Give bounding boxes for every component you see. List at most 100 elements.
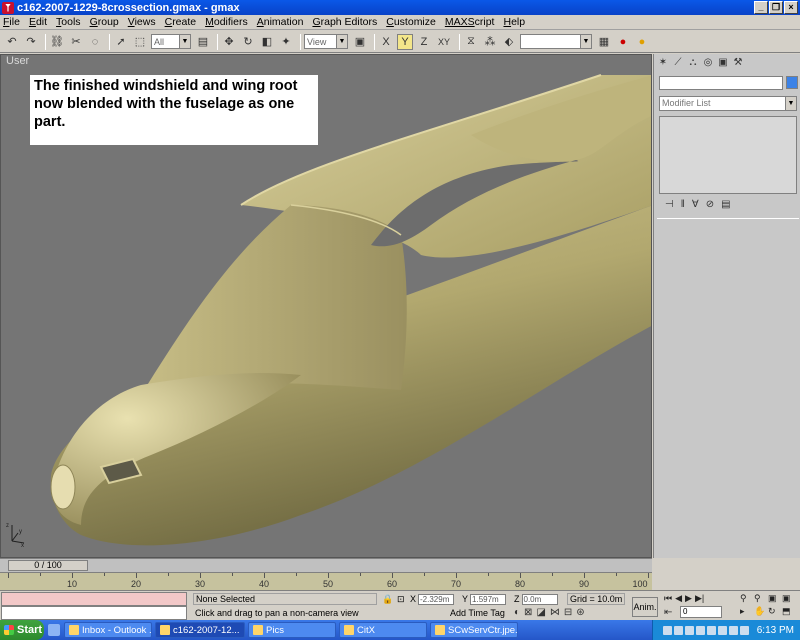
z-coordinate-field[interactable]: 0.0m (521, 593, 558, 605)
manipulate-icon[interactable]: ✦ (278, 34, 294, 50)
restrict-z-button[interactable]: Z (416, 34, 432, 50)
menu-item[interactable]: Create (165, 16, 197, 28)
viewport-label[interactable]: User (6, 55, 29, 67)
align-icon[interactable]: ⬖ (501, 34, 517, 50)
taskbar-task[interactable]: CitX (339, 622, 427, 638)
selection-filter-dropdown[interactable]: All ▼ (151, 34, 191, 49)
menu-item[interactable]: Modifiers (205, 16, 248, 28)
pan-icon[interactable]: ✋ (754, 606, 766, 617)
show-end-result-icon[interactable]: ‖ (681, 199, 685, 210)
tray-icon[interactable] (728, 625, 738, 635)
restrict-xy-button[interactable]: XY (435, 34, 453, 50)
zoom-extents-icon[interactable]: ▣ (768, 593, 780, 604)
tray-icon[interactable] (684, 625, 694, 635)
current-frame-field[interactable]: 0 (680, 606, 722, 618)
key-mode-icon[interactable]: ⇤ (664, 607, 672, 618)
object-name-field[interactable] (659, 76, 783, 90)
x-coordinate-field[interactable]: -2.329m (418, 593, 455, 605)
menu-item[interactable]: Views (128, 16, 156, 28)
display-tab-icon[interactable]: ▣ (717, 57, 729, 69)
menu-item[interactable]: Group (90, 16, 119, 28)
taskbar-task[interactable]: SCwServCtr.jpe... (430, 622, 518, 638)
spinner-snap-icon[interactable]: ⋈ (550, 607, 560, 618)
menu-item[interactable]: File (3, 16, 20, 28)
maximize-viewport-icon[interactable]: ⬒ (782, 606, 794, 617)
tray-icon[interactable] (739, 625, 749, 635)
animate-button[interactable]: Anim. (632, 597, 658, 617)
zoom-icon[interactable]: ⚲ (740, 593, 752, 604)
gmax-app-icon[interactable] (2, 1, 14, 14)
object-color-swatch[interactable] (786, 76, 798, 89)
reference-coordinate-dropdown[interactable]: View ▼ (304, 34, 348, 49)
hierarchy-tab-icon[interactable]: ⛬ (687, 57, 699, 69)
select-and-link-icon[interactable]: ⛓ (49, 34, 65, 50)
taskbar-task[interactable]: c162-2007-12... (155, 622, 245, 638)
rotate-icon[interactable]: ↻ (240, 34, 256, 50)
redo-icon[interactable]: ↷ (23, 34, 39, 50)
maxscript-listener-input[interactable] (1, 606, 187, 620)
mirror-icon[interactable]: ⧖ (463, 34, 479, 50)
user-viewport[interactable]: User The finished windshield and wing ro… (0, 54, 652, 558)
menu-item[interactable]: Customize (386, 16, 436, 28)
modifier-list-dropdown[interactable]: Modifier List ▼ (659, 96, 797, 111)
restrict-y-button[interactable]: Y (397, 33, 413, 50)
play-icon[interactable]: ▶ (685, 593, 692, 604)
menu-item[interactable]: Edit (29, 16, 47, 28)
chevron-down-icon[interactable]: ▼ (580, 35, 591, 48)
lock-selection-icon[interactable]: 🔒 (382, 593, 393, 605)
quick-launch-icon[interactable] (48, 624, 60, 636)
menu-item[interactable]: Tools (56, 16, 81, 28)
select-by-name-icon[interactable]: ▤ (195, 34, 211, 50)
time-slider-thumb[interactable]: 0 / 100 (8, 560, 88, 571)
chevron-down-icon[interactable]: ▼ (336, 35, 347, 48)
quick-render-icon[interactable]: ● (634, 34, 650, 50)
restrict-x-button[interactable]: X (378, 34, 394, 50)
snap-icon[interactable]: ◐ (514, 607, 520, 618)
move-icon[interactable]: ✥ (221, 34, 237, 50)
pivot-center-icon[interactable]: ▣ (352, 34, 368, 50)
percent-snap-icon[interactable]: ◪ (536, 607, 545, 618)
go-to-start-icon[interactable]: ⏮ (664, 593, 672, 604)
close-button[interactable]: × (784, 1, 798, 14)
restore-button[interactable]: ❐ (769, 1, 783, 14)
tray-icon[interactable] (662, 625, 672, 635)
motion-tab-icon[interactable]: ◎ (702, 57, 714, 69)
tray-icon[interactable] (717, 625, 727, 635)
bind-to-space-warp-icon[interactable]: ◌ (87, 34, 103, 50)
tray-icon[interactable] (673, 625, 683, 635)
arc-rotate-icon[interactable]: ↻ (768, 606, 780, 617)
remove-modifier-icon[interactable]: ⊘ (706, 199, 714, 210)
chevron-down-icon[interactable]: ▼ (179, 35, 190, 48)
unlink-selection-icon[interactable]: ✂ (68, 34, 84, 50)
tray-icon[interactable] (706, 625, 716, 635)
time-slider[interactable]: 0 / 100 (0, 558, 652, 572)
previous-frame-icon[interactable]: ◀ (675, 593, 682, 604)
menu-item[interactable]: MAXScript (445, 16, 495, 28)
menu-item[interactable]: Animation (257, 16, 304, 28)
utilities-tab-icon[interactable]: ⚒ (732, 57, 744, 69)
zoom-extents-all-icon[interactable]: ▣ (782, 593, 794, 604)
chevron-down-icon[interactable]: ▼ (785, 97, 796, 110)
taskbar-task[interactable]: Pics (248, 622, 336, 638)
key-filter-icon[interactable]: ⊛ (576, 607, 584, 618)
create-tab-icon[interactable]: ✶ (657, 57, 669, 69)
field-of-view-icon[interactable]: ▸ (740, 606, 752, 617)
next-frame-icon[interactable]: ▶| (695, 593, 704, 604)
modify-tab-icon[interactable]: ⟋ (672, 57, 684, 69)
make-unique-icon[interactable]: ∀ (692, 199, 699, 210)
array-icon[interactable]: ⁂ (482, 34, 498, 50)
taskbar-task[interactable]: Inbox - Outlook ... (64, 622, 152, 638)
keyboard-shortcut-icon[interactable]: ⊟ (564, 607, 572, 618)
pin-stack-icon[interactable]: ⊣ (665, 199, 674, 210)
material-editor-icon[interactable]: ▦ (596, 34, 612, 50)
tray-icon[interactable] (695, 625, 705, 635)
select-object-icon[interactable]: ➚ (113, 34, 129, 50)
track-bar[interactable]: 10 20 30 40 50 60 70 80 90 100 (0, 572, 652, 590)
y-coordinate-field[interactable]: 1.597m (470, 593, 507, 605)
configure-sets-icon[interactable]: ▤ (721, 199, 730, 210)
angle-snap-icon[interactable]: ⊠ (524, 607, 532, 618)
menu-item[interactable]: Graph Editors (312, 16, 377, 28)
absolute-mode-icon[interactable]: ⊡ (397, 593, 405, 605)
named-selection-dropdown[interactable]: ▼ (520, 34, 592, 49)
render-icon[interactable]: ● (615, 34, 631, 50)
